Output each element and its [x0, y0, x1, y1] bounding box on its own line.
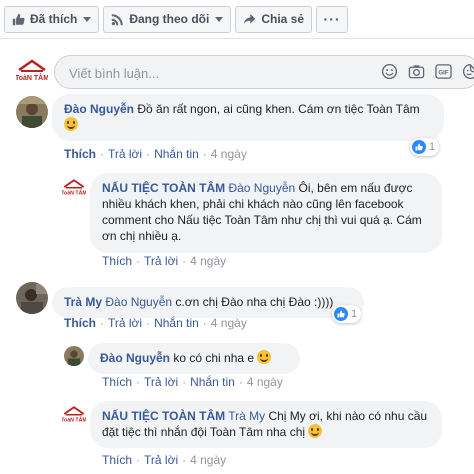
camera-icon[interactable]: [408, 63, 425, 80]
comment-composer: ToàN TÂM Viết bình luận... GIF: [16, 55, 474, 89]
chevron-down-icon: [83, 16, 92, 22]
like-link[interactable]: Thích: [102, 453, 132, 467]
separator: ·: [136, 254, 141, 268]
page-logo-avatar[interactable]: ToàN TÂM: [62, 405, 86, 426]
message-link[interactable]: Nhắn tin: [154, 316, 199, 330]
mentioned-user[interactable]: Trà My: [228, 409, 265, 423]
comment-bubble: Đào Nguyễn Đồ ăn rất ngon, ai cũng khen.…: [52, 94, 444, 141]
reaction-count[interactable]: 1: [410, 138, 440, 156]
reaction-count-text: 1: [351, 308, 358, 320]
reply-actions: Thích · Trả lời · Nhắn tin · 4 ngày: [102, 375, 283, 389]
separator: ·: [182, 254, 187, 268]
emoji-icon[interactable]: [381, 63, 398, 80]
reply-link[interactable]: Trả lời: [108, 316, 142, 330]
share-button[interactable]: Chia sẻ: [235, 5, 313, 33]
smile-emoji-icon: [308, 424, 323, 438]
logo-text: ToàN TÂM: [16, 73, 48, 82]
thumbs-up-icon: [12, 13, 25, 26]
reply-author[interactable]: Đào Nguyễn: [100, 351, 170, 365]
separator: ·: [100, 147, 104, 161]
more-options-button[interactable]: ···: [316, 5, 349, 33]
comment-author[interactable]: Đào Nguyễn: [64, 102, 134, 116]
reply-author[interactable]: NẤU TIỆC TOÀN TÂM: [102, 409, 225, 423]
separator: ·: [182, 453, 187, 467]
reply-bubble: NẤU TIỆC TOÀN TÂM Đào Nguyễn Ôi, bên em …: [90, 173, 442, 253]
smile-emoji-icon: [64, 117, 78, 131]
logo-text: ToàN TÂM: [62, 190, 86, 197]
separator: ·: [146, 316, 151, 330]
separator: ·: [182, 375, 187, 389]
like-link[interactable]: Thích: [102, 375, 132, 389]
sticker-icon[interactable]: [462, 63, 474, 80]
reply-time[interactable]: 4 ngày: [190, 453, 226, 467]
divider: [0, 38, 474, 39]
comment-time[interactable]: 4 ngày: [211, 147, 247, 161]
message-link[interactable]: Nhắn tin: [154, 147, 199, 161]
separator: ·: [202, 316, 207, 330]
hug-emoji-icon: [257, 350, 272, 364]
reply-time[interactable]: 4 ngày: [190, 254, 226, 268]
composer-icons: GIF: [381, 63, 474, 80]
reply-link[interactable]: Trả lời: [108, 147, 142, 161]
comment-actions: Thích · Trả lời · Nhắn tin · 4 ngày: [64, 147, 247, 161]
reply-link[interactable]: Trả lời: [144, 375, 178, 389]
like-reaction-icon: [412, 140, 426, 154]
reply-text: ko có chi nha e: [173, 351, 255, 365]
gif-icon[interactable]: GIF: [435, 63, 452, 80]
like-link[interactable]: Thích: [64, 316, 96, 330]
liked-label: Đã thích: [30, 12, 78, 26]
post-action-bar: Đã thích Đang theo dõi Chia sẻ ···: [0, 0, 474, 38]
rss-icon: [111, 13, 124, 26]
gif-label: GIF: [438, 70, 448, 77]
comment-text: Đồ ăn rất ngon, ai cũng khen. Cám ơn tiệ…: [137, 102, 420, 116]
more-icon: ···: [323, 11, 341, 27]
like-link[interactable]: Thích: [64, 147, 96, 161]
comment-bubble: Trà My Đào Nguyễn c.ơn chị Đào nha chị Đ…: [52, 287, 364, 318]
comment-time[interactable]: 4 ngày: [211, 316, 247, 330]
comment-actions: Thích · Trả lời · Nhắn tin · 4 ngày: [64, 316, 247, 330]
page-logo-avatar: ToàN TÂM: [16, 58, 48, 86]
mentioned-user[interactable]: Đào Nguyễn: [105, 295, 172, 309]
separator: ·: [146, 147, 151, 161]
chevron-down-icon: [215, 16, 224, 22]
reaction-count-text: 1: [429, 141, 436, 153]
following-label: Đang theo dõi: [129, 12, 210, 26]
page-logo-avatar[interactable]: ToàN TÂM: [62, 178, 86, 199]
separator: ·: [100, 316, 104, 330]
reply-bubble: NẤU TIỆC TOÀN TÂM Trà My Chị My ơi, khi …: [90, 401, 442, 448]
mentioned-user[interactable]: Đào Nguyễn: [228, 181, 295, 195]
separator: ·: [136, 375, 141, 389]
avatar[interactable]: [16, 96, 48, 128]
reply-time[interactable]: 4 ngày: [247, 375, 283, 389]
avatar[interactable]: [16, 282, 48, 314]
comment-input[interactable]: Viết bình luận... GIF: [54, 55, 474, 89]
reaction-count[interactable]: 1: [332, 305, 362, 323]
separator: ·: [202, 147, 207, 161]
following-button[interactable]: Đang theo dõi: [103, 5, 232, 33]
separator: ·: [238, 375, 243, 389]
reply-author[interactable]: NẤU TIỆC TOÀN TÂM: [102, 181, 225, 195]
comment-text: c.ơn chị Đào nha chị Đào :)))): [175, 295, 334, 309]
separator: ·: [136, 453, 141, 467]
like-link[interactable]: Thích: [102, 254, 132, 268]
reply-link[interactable]: Trả lời: [144, 453, 178, 467]
reply-actions: Thích · Trả lời · 4 ngày: [102, 453, 226, 467]
avatar[interactable]: [64, 346, 84, 366]
liked-button[interactable]: Đã thích: [4, 5, 100, 33]
reply-link[interactable]: Trả lời: [144, 254, 178, 268]
share-icon: [243, 13, 256, 26]
reply-bubble: Đào Nguyễn ko có chi nha e: [88, 343, 300, 374]
share-label: Chia sẻ: [261, 12, 305, 26]
logo-text: ToàN TÂM: [62, 417, 86, 424]
message-link[interactable]: Nhắn tin: [190, 375, 235, 389]
comment-author[interactable]: Trà My: [64, 295, 102, 309]
like-reaction-icon: [334, 307, 348, 321]
reply-actions: Thích · Trả lời · 4 ngày: [102, 254, 226, 268]
comment-placeholder: Viết bình luận...: [69, 66, 160, 81]
